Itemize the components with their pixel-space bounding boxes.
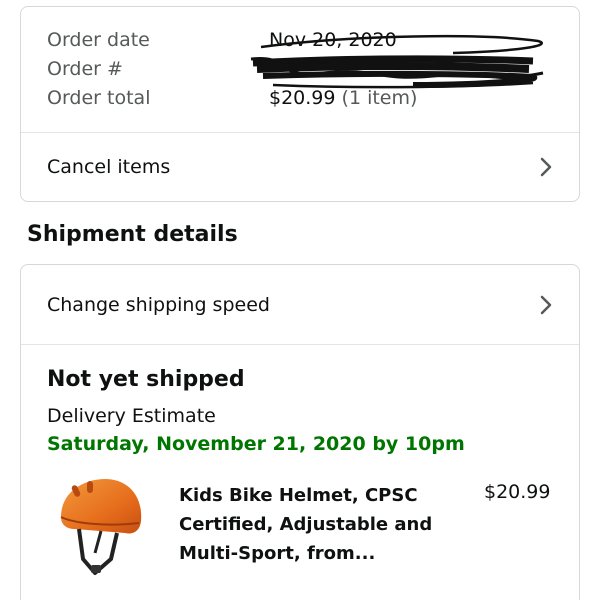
order-summary-block: Order date Order # Order total Nov 20, 2… [21,7,579,133]
shipment-details-heading: Shipment details [27,222,238,247]
shipment-card: Change shipping speed Not yet shipped De… [20,264,580,600]
product-price: $20.99 [484,481,551,503]
shipment-status: Not yet shipped [47,367,245,392]
change-shipping-speed-label: Change shipping speed [47,293,270,316]
order-total-value: $20.99 (1 item) [269,87,417,109]
cancel-items-button[interactable]: Cancel items [21,133,579,201]
helmet-icon[interactable] [55,477,145,577]
delivery-estimate-date: Saturday, November 21, 2020 by 10pm [47,433,465,455]
order-number-label: Order # [47,58,123,80]
cancel-items-label: Cancel items [47,156,171,178]
order-summary-card: Order date Order # Order total Nov 20, 2… [20,6,580,202]
order-details-page: Order date Order # Order total Nov 20, 2… [0,0,600,600]
order-total-amount: $20.99 [269,87,336,109]
order-total-items: (1 item) [341,87,418,109]
chevron-right-icon [540,295,552,314]
redaction-scribble [250,34,544,89]
order-date-label: Order date [47,29,150,51]
order-total-label: Order total [47,87,151,109]
product-title-link[interactable]: Kids Bike Helmet, CPSC Certified, Adjust… [179,481,439,568]
delivery-estimate-label: Delivery Estimate [47,405,216,427]
change-shipping-speed-button[interactable]: Change shipping speed [21,265,579,345]
chevron-right-icon [540,157,552,177]
